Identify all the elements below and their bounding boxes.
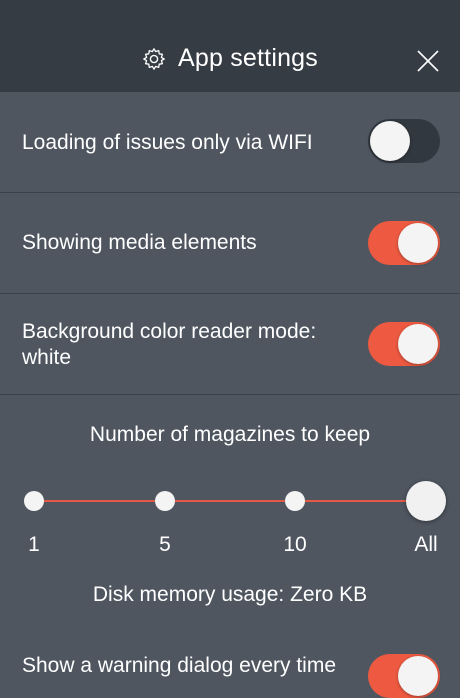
slider-thumb[interactable] (406, 481, 446, 521)
slider-stop-10[interactable] (285, 491, 305, 511)
slider-stop-1[interactable] (24, 491, 44, 511)
magazines-slider-track[interactable] (34, 500, 426, 502)
media-toggle[interactable] (368, 221, 440, 265)
page-title: App settings (0, 44, 460, 73)
setting-row-media: Showing media elements (0, 193, 460, 294)
setting-row-wifi: Loading of issues only via WIFI (0, 92, 460, 193)
page-title-text: App settings (178, 44, 318, 72)
magazines-title: Number of magazines to keep (89, 423, 371, 446)
warning-dialog-toggle[interactable] (368, 654, 440, 698)
toggle-knob (398, 324, 438, 364)
close-icon[interactable] (416, 49, 440, 73)
slider-stop-5[interactable] (155, 491, 175, 511)
toggle-knob (398, 223, 438, 263)
gear-icon (143, 47, 165, 70)
setting-label-wifi: Loading of issues only via WIFI (22, 131, 313, 154)
setting-label-warning-dialog: Show a warning dialog every time (22, 654, 336, 677)
background-color-toggle[interactable] (368, 322, 440, 366)
disk-usage-text: Disk memory usage: Zero KB (92, 583, 368, 606)
slider-label-10: 10 (283, 533, 307, 556)
setting-label-media: Showing media elements (22, 231, 257, 254)
toggle-knob (398, 656, 438, 696)
setting-label-background-color: Background color reader mode: white (22, 320, 317, 369)
wifi-toggle[interactable] (368, 119, 440, 163)
toggle-knob (370, 121, 410, 161)
slider-label-5: 5 (159, 533, 171, 556)
setting-row-warning-dialog: Show a warning dialog every time (0, 630, 460, 698)
setting-row-background-color: Background color reader mode: white (0, 294, 460, 395)
slider-label-1: 1 (28, 533, 40, 556)
header-bar: App settings (0, 0, 460, 92)
slider-label-all: All (414, 533, 438, 556)
